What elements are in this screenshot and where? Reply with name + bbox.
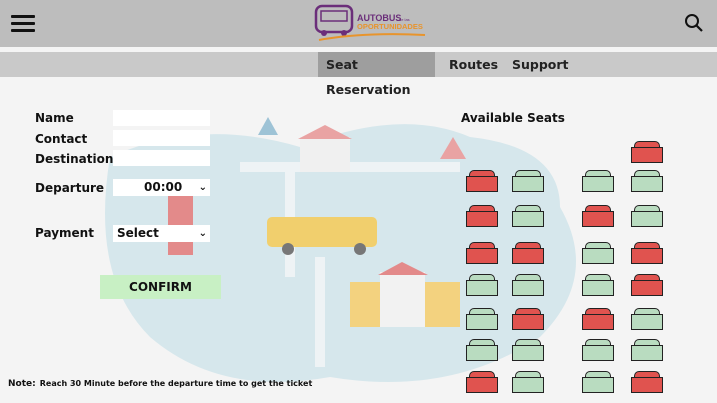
seat-base xyxy=(631,248,663,264)
note-label: Note: xyxy=(8,379,36,389)
payment-label: Payment xyxy=(35,226,94,240)
available-seats-title: Available Seats xyxy=(461,111,565,125)
seat-base xyxy=(466,248,498,264)
departure-label: Departure xyxy=(35,181,105,195)
name-input[interactable] xyxy=(113,110,210,126)
seat-base xyxy=(466,211,498,227)
seat-taken[interactable] xyxy=(582,308,614,330)
seat-taken[interactable] xyxy=(512,308,544,330)
seat-available[interactable] xyxy=(582,242,614,264)
contact-label: Contact xyxy=(35,132,88,146)
payment-select[interactable]: Select ⌄ xyxy=(113,225,210,242)
seat-available[interactable] xyxy=(582,371,614,393)
seat-available[interactable] xyxy=(466,274,498,296)
destination-label: Destination xyxy=(35,152,114,166)
tab-support[interactable]: Support xyxy=(504,52,577,77)
seat-base xyxy=(631,314,663,330)
seat-base xyxy=(582,377,614,393)
seat-taken[interactable] xyxy=(512,242,544,264)
seat-available[interactable] xyxy=(466,308,498,330)
seat-taken[interactable] xyxy=(631,371,663,393)
seat-taken[interactable] xyxy=(466,205,498,227)
seat-base xyxy=(582,248,614,264)
seat-taken[interactable] xyxy=(466,371,498,393)
logo[interactable]: AUTOBUS de las OPORTUNIDADES xyxy=(313,2,428,44)
chevron-down-icon: ⌄ xyxy=(198,182,207,193)
seat-base xyxy=(512,176,544,192)
note-text: Reach 30 Minute before the departure tim… xyxy=(39,379,313,388)
seat-available[interactable] xyxy=(512,339,544,361)
tab-seat-reservation[interactable]: Seat Reservation xyxy=(318,52,435,97)
hamburger-menu-icon[interactable] xyxy=(11,15,35,32)
seat-base xyxy=(512,248,544,264)
seat-taken[interactable] xyxy=(631,274,663,296)
seat-available[interactable] xyxy=(512,205,544,227)
seat-base xyxy=(512,314,544,330)
destination-input[interactable] xyxy=(113,150,210,166)
seat-available[interactable] xyxy=(512,371,544,393)
seat-base xyxy=(466,176,498,192)
seat-base xyxy=(512,377,544,393)
seat-base xyxy=(582,211,614,227)
seat-available[interactable] xyxy=(466,339,498,361)
seat-available[interactable] xyxy=(582,170,614,192)
seat-taken[interactable] xyxy=(631,242,663,264)
name-label: Name xyxy=(35,111,74,125)
departure-select[interactable]: 00:00 ⌄ xyxy=(113,179,210,196)
seat-base xyxy=(466,280,498,296)
seat-base xyxy=(582,280,614,296)
search-icon[interactable] xyxy=(684,13,704,33)
seat-available[interactable] xyxy=(631,170,663,192)
seat-base xyxy=(466,377,498,393)
seat-base xyxy=(582,314,614,330)
note: Note: Reach 30 Minute before the departur… xyxy=(8,379,312,389)
seat-taken[interactable] xyxy=(631,141,663,163)
seat-available[interactable] xyxy=(512,274,544,296)
seat-base xyxy=(631,377,663,393)
seat-base xyxy=(631,345,663,361)
seat-base xyxy=(512,211,544,227)
seat-base xyxy=(466,345,498,361)
payment-value: Select xyxy=(117,226,159,240)
seat-base xyxy=(582,345,614,361)
seat-available[interactable] xyxy=(631,308,663,330)
seat-base xyxy=(631,147,663,163)
seat-taken[interactable] xyxy=(582,205,614,227)
seat-base xyxy=(512,280,544,296)
seat-available[interactable] xyxy=(631,339,663,361)
confirm-button[interactable]: CONFIRM xyxy=(100,275,221,299)
seat-available[interactable] xyxy=(631,205,663,227)
seat-taken[interactable] xyxy=(466,170,498,192)
seat-base xyxy=(582,176,614,192)
tab-routes[interactable]: Routes xyxy=(441,52,506,77)
seat-available[interactable] xyxy=(582,339,614,361)
chevron-down-icon: ⌄ xyxy=(198,228,207,239)
seat-base xyxy=(631,176,663,192)
seat-available[interactable] xyxy=(512,170,544,192)
seat-base xyxy=(512,345,544,361)
seat-taken[interactable] xyxy=(466,242,498,264)
departure-value: 00:00 xyxy=(144,180,183,194)
seat-base xyxy=(466,314,498,330)
contact-input[interactable] xyxy=(113,130,210,146)
seat-base xyxy=(631,211,663,227)
nav-bar: Seat Reservation Routes Support xyxy=(0,52,717,97)
seat-base xyxy=(631,280,663,296)
logo-line2: OPORTUNIDADES xyxy=(357,22,423,31)
seat-available[interactable] xyxy=(582,274,614,296)
